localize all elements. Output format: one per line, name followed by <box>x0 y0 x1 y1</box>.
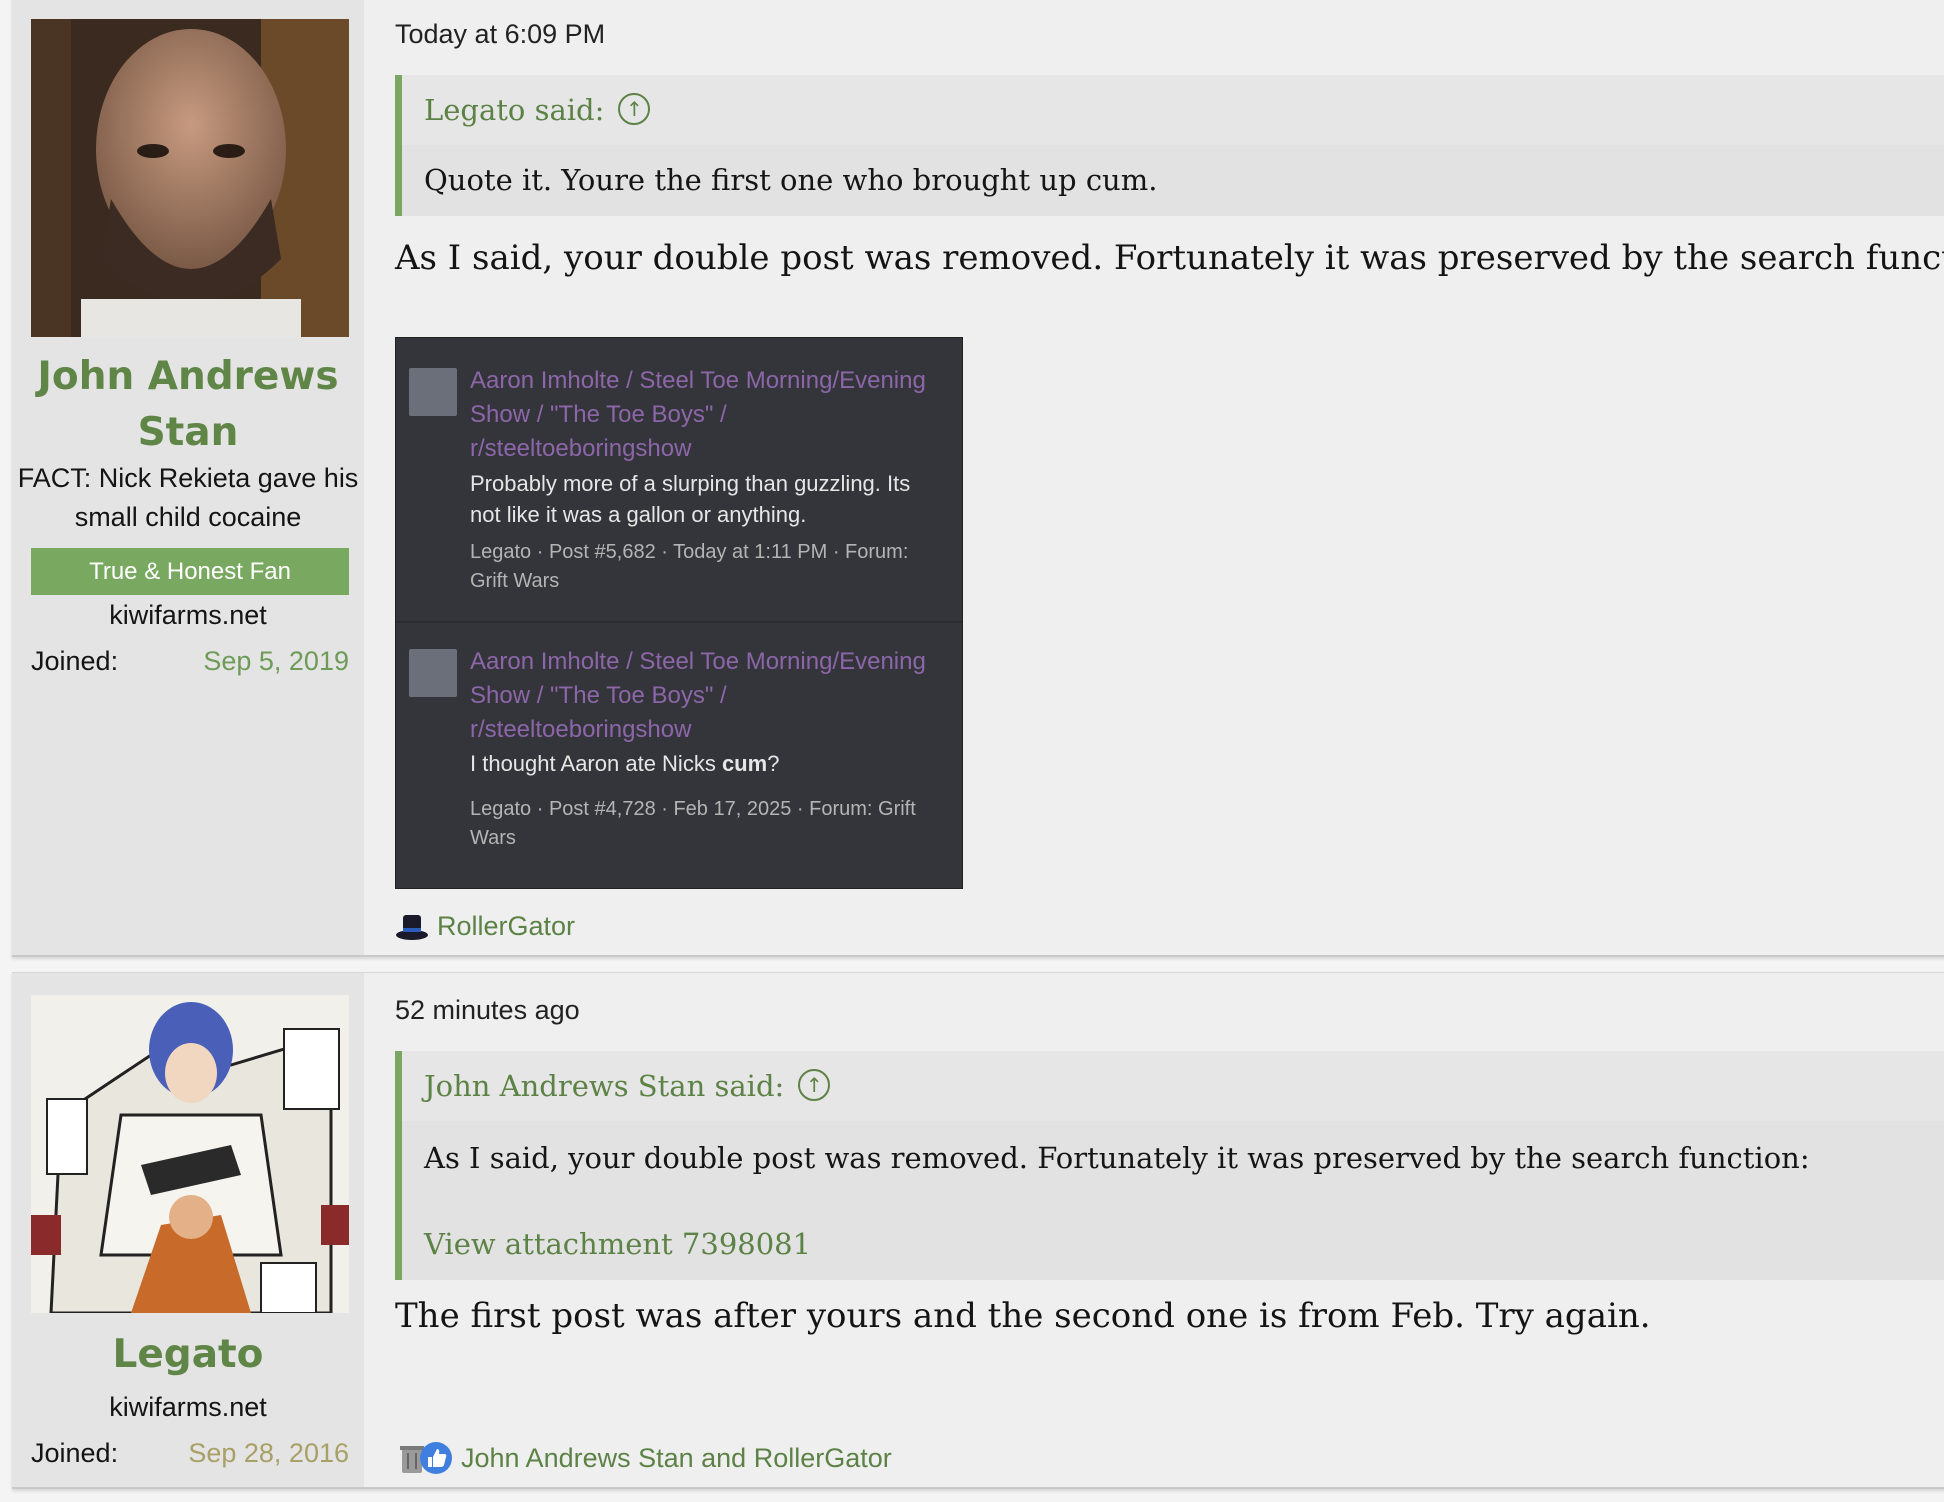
quote-body: As I said, your double post was removed.… <box>402 1121 1944 1280</box>
top-hat-icon <box>395 909 429 943</box>
reactions-bar[interactable]: RollerGator <box>395 909 575 943</box>
search-result-title: Aaron Imholte / Steel Toe Morning/Evenin… <box>470 648 926 743</box>
user-site: kiwifarms.net <box>109 1392 267 1422</box>
snippet-text: ? <box>767 751 780 776</box>
user-title: FACT: Nick Rekieta gave his small child … <box>17 463 359 532</box>
arrow-up-circle-icon[interactable]: ↑ <box>618 93 651 125</box>
joined-date: Sep 28, 2016 <box>188 1438 349 1468</box>
quote-header[interactable]: Legato said: ↑ <box>402 75 1944 145</box>
user-info-panel: John Andrews Stan FACT: Nick Rekieta gav… <box>12 0 364 955</box>
reactions-users[interactable]: John Andrews Stan and RollerGator <box>461 1443 892 1474</box>
thread-thumbnail <box>409 649 457 697</box>
post-content: 52 minutes ago John Andrews Stan said: ↑ … <box>383 973 1944 1487</box>
reactions-bar[interactable]: John Andrews Stan and RollerGator <box>395 1441 892 1475</box>
user-info-panel: Legato kiwifarms.net Joined: Sep 28, 201… <box>12 973 364 1487</box>
quote-author[interactable]: Legato said: <box>424 93 604 127</box>
joined-date: Sep 5, 2019 <box>203 646 349 676</box>
avatar[interactable] <box>31 995 349 1313</box>
quote-text: As I said, your double post was removed.… <box>424 1141 1810 1175</box>
snippet-highlight: cum <box>721 751 768 776</box>
reactions-users[interactable]: RollerGator <box>437 911 575 942</box>
quote-author[interactable]: John Andrews Stan said: <box>424 1069 784 1103</box>
forum-post: Legato kiwifarms.net Joined: Sep 28, 201… <box>12 972 1944 1489</box>
snippet-text: I thought Aaron ate Nicks <box>470 751 722 776</box>
arrow-up-circle-icon[interactable]: ↑ <box>798 1069 831 1101</box>
search-result-snippet: I thought Aaron ate Nicks cum? <box>470 748 940 779</box>
search-result-title: Aaron Imholte / Steel Toe Morning/Evenin… <box>470 367 926 462</box>
view-attachment-link[interactable]: View attachment 7398081 <box>424 1225 1930 1263</box>
search-result-meta: Legato · Post #4,728 · Feb 17, 2025 · Fo… <box>470 798 916 849</box>
search-result-meta: Legato · Post #5,682 · Today at 1:11 PM … <box>470 541 909 592</box>
post-body: As I said, your double post was removed.… <box>395 238 1944 278</box>
username[interactable]: Legato <box>12 1327 364 1383</box>
quote-header[interactable]: John Andrews Stan said: ↑ <box>402 1051 1944 1121</box>
joined-label: Joined: <box>31 1438 119 1468</box>
post-body: The first post was after yours and the s… <box>395 1296 1651 1336</box>
quote-text: Quote it. Youre the first one who brough… <box>402 145 1944 216</box>
thumbs-up-icon <box>419 1441 453 1475</box>
attachment-image[interactable]: Aaron Imholte / Steel Toe Morning/Evenin… <box>395 337 963 889</box>
forum-post: John Andrews Stan FACT: Nick Rekieta gav… <box>12 0 1944 957</box>
quote-block: John Andrews Stan said: ↑ As I said, your… <box>395 1051 1944 1280</box>
thread-thumbnail <box>409 368 457 416</box>
user-site: kiwifarms.net <box>109 600 267 630</box>
search-result-snippet: Probably more of a slurping than guzzlin… <box>470 471 911 527</box>
quote-block: Legato said: ↑ Quote it. Youre the first … <box>395 75 1944 216</box>
username[interactable]: John Andrews Stan <box>12 349 364 461</box>
post-timestamp[interactable]: Today at 6:09 PM <box>395 19 605 50</box>
joined-label: Joined: <box>31 646 119 676</box>
user-banner: True & Honest Fan <box>31 548 349 595</box>
search-result: Aaron Imholte / Steel Toe Morning/Evenin… <box>396 338 962 623</box>
avatar[interactable] <box>31 19 349 337</box>
post-content: Today at 6:09 PM Legato said: ↑ Quote it.… <box>383 0 1944 955</box>
search-result: Aaron Imholte / Steel Toe Morning/Evenin… <box>396 623 962 888</box>
post-timestamp[interactable]: 52 minutes ago <box>395 995 580 1026</box>
